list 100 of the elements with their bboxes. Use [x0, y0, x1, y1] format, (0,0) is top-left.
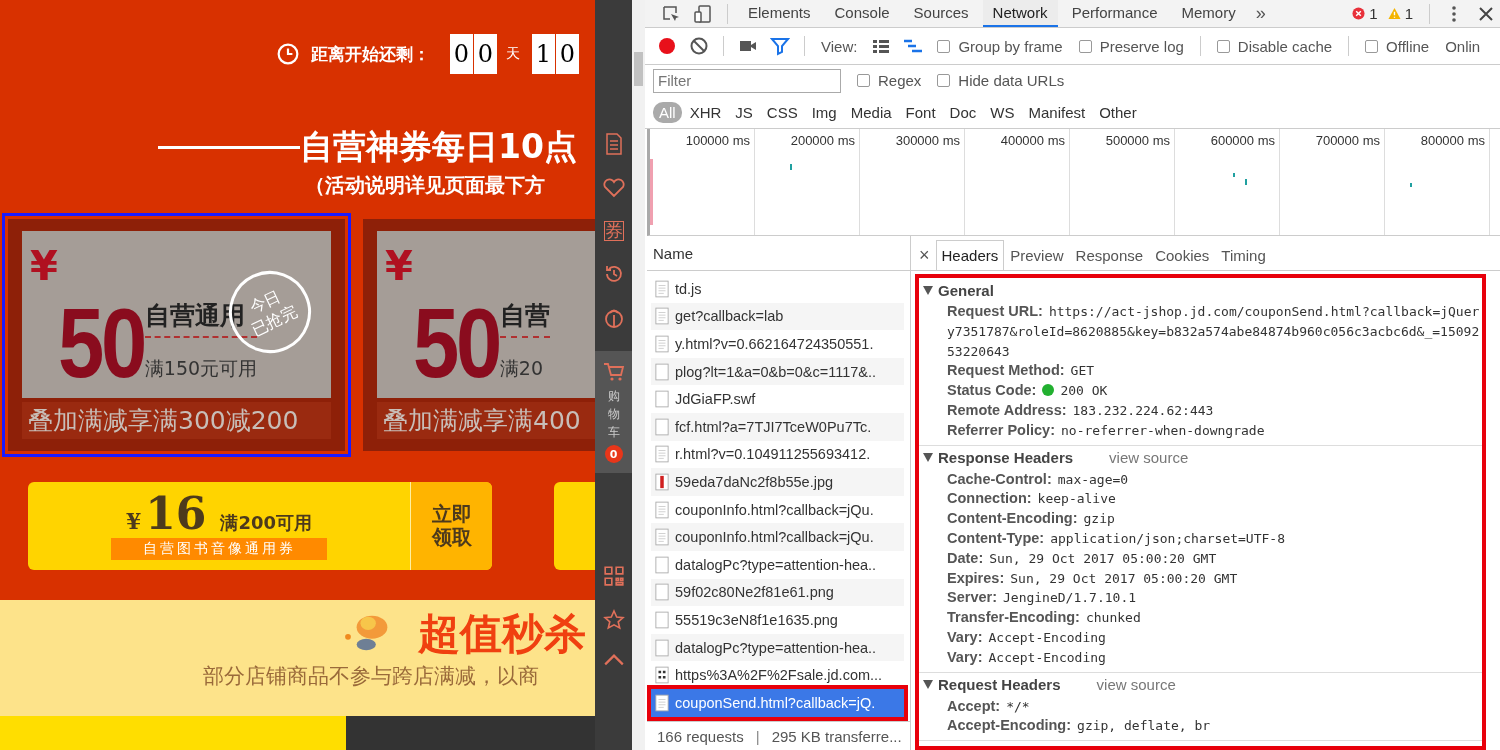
subline: （活动说明详见页面最下方: [304, 172, 546, 199]
file-icon: [655, 417, 669, 436]
request-row[interactable]: 59f02c80Ne2f81e61.png: [651, 578, 904, 607]
detail-tab[interactable]: Headers: [935, 240, 1005, 270]
coupon-scope: 自营: [499, 299, 550, 338]
heart-icon[interactable]: [602, 177, 625, 199]
clear-icon[interactable]: [689, 36, 709, 56]
coupon-icon[interactable]: 券: [603, 221, 624, 241]
headline: 自营神券每日10点: [300, 126, 577, 168]
timeline-tick: 700000 ms: [1315, 133, 1380, 149]
type-filter-button[interactable]: Img: [805, 101, 843, 123]
countdown-digit: 0: [450, 34, 473, 74]
record-icon[interactable]: [657, 36, 677, 56]
header-row-text: Connection: keep-alive: [946, 489, 1117, 509]
type-filter-button[interactable]: Manifest: [1022, 101, 1092, 123]
option-checkbox[interactable]: Group by frame: [937, 37, 1063, 55]
header-row-text: Request URL: https://act-jshop.jd.com/couponSend.html?callback=jQuery7351787&roleId=8620885&key=b832a574abe84874b960c056c3acbc6d&_=1509253220643: [946, 302, 1481, 361]
section-header[interactable]: Request Headers: [919, 676, 1061, 694]
scrollbar[interactable]: [632, 0, 645, 750]
qr-file-icon: [655, 666, 669, 685]
option-checkbox[interactable]: Offline: [1365, 37, 1430, 55]
request-row[interactable]: couponInfo.html?callback=jQu.: [651, 523, 904, 551]
separator: |: [755, 727, 760, 745]
file-icon: [655, 390, 669, 409]
type-filter-button[interactable]: XHR: [683, 101, 728, 123]
countdown-unit: 天: [506, 45, 520, 63]
panel-tab[interactable]: Console: [824, 0, 900, 27]
panel-tab[interactable]: Elements: [738, 0, 821, 27]
timeline-tick: 500000 ms: [1105, 133, 1170, 149]
option-checkbox[interactable]: Disable cache: [1216, 37, 1333, 55]
option-checkbox[interactable]: Regex: [857, 72, 922, 89]
error-count: 1: [1369, 5, 1378, 22]
header-row-text: Referrer Policy: no-referrer-when-downgrade: [946, 420, 1266, 440]
header-row-text: Vary: Accept-Encoding: [946, 627, 1107, 647]
view-source-link[interactable]: view source: [1109, 449, 1189, 467]
cart-label: 购物车: [607, 388, 620, 441]
star-icon[interactable]: [602, 609, 625, 631]
coupon-amount: 16: [145, 492, 207, 536]
request-row[interactable]: fcf.html?a=7TJI7TceW0Pu7Tc.: [651, 412, 904, 441]
timeline-tick: 400000 ms: [1000, 133, 1065, 149]
coupon-threshold: 满200可用: [220, 511, 313, 535]
coupon-bonus: 叠加满减享满300减200: [22, 402, 331, 439]
filter-input[interactable]: Filter: [653, 68, 841, 93]
header-row-text: Accept: */*: [946, 696, 1031, 716]
type-filter-button[interactable]: Doc: [943, 101, 983, 123]
view-label: View:: [821, 37, 858, 55]
detail-tab[interactable]: Preview: [1004, 240, 1070, 270]
header-row-text: Transfer-Encoding: chunked: [946, 608, 1142, 628]
request-row[interactable]: get?callback=lab: [651, 302, 904, 331]
section-header[interactable]: General: [919, 281, 994, 299]
coupon-amount: 50: [57, 294, 144, 392]
type-filter-button[interactable]: Other: [1093, 101, 1143, 123]
detail-tab[interactable]: Response: [1069, 240, 1150, 270]
type-filter-button[interactable]: Font: [899, 101, 942, 123]
cart-icon: [602, 361, 625, 383]
throttle-select[interactable]: Onlin: [1445, 37, 1481, 55]
type-filter-button[interactable]: CSS: [760, 101, 804, 123]
section-header[interactable]: Response Headers: [919, 449, 1074, 467]
option-checkbox[interactable]: Hide data URLs: [937, 72, 1065, 89]
more-tabs-button[interactable]: »: [1249, 2, 1272, 25]
claim-button[interactable]: 立即领取: [410, 482, 492, 570]
type-filter-button[interactable]: JS: [729, 101, 759, 123]
panel-tab[interactable]: Performance: [1061, 0, 1168, 27]
file-icon: [655, 362, 669, 381]
panel-tab[interactable]: Network: [982, 0, 1058, 27]
document-icon: [655, 445, 669, 464]
header-row-text: Content-Encoding: gzip: [946, 509, 1116, 529]
coupon-threshold: 满20: [499, 356, 545, 381]
detail-tab[interactable]: Timing: [1215, 240, 1272, 270]
view-source-link[interactable]: view source: [1096, 676, 1176, 694]
header-row-text: Cache-Control: max-age=0: [946, 469, 1130, 489]
countdown-digit: 1: [532, 34, 555, 74]
currency-sign: ¥: [385, 243, 413, 289]
cart-panel[interactable]: 购物车 0: [595, 351, 632, 473]
header-row-text: Request Method: GET: [946, 361, 1096, 381]
close-button[interactable]: ×: [913, 241, 936, 270]
document-icon: [655, 335, 669, 353]
option-checkbox[interactable]: Preserve log: [1078, 37, 1184, 55]
chevron-up-icon[interactable]: [602, 653, 625, 667]
document-icon: [655, 500, 669, 519]
panel-tab[interactable]: Sources: [903, 0, 979, 27]
request-row[interactable]: 59eda7daNc2f8b55e.jpg: [651, 468, 904, 496]
book-coupon[interactable]: ¥16 满200可用 自营图书音像通用券 立即领取: [28, 482, 492, 570]
gift-icon[interactable]: [602, 307, 625, 329]
device-icon[interactable]: [693, 3, 713, 24]
qr-code-icon[interactable]: [602, 565, 625, 587]
detail-tab[interactable]: Cookies: [1149, 240, 1216, 270]
panel-tab[interactable]: Memory: [1171, 0, 1246, 27]
header-row-text: Content-Type: application/json;charset=UTF-8: [946, 528, 1286, 548]
filter-icon[interactable]: [770, 36, 790, 56]
header-row-text: Server: JengineD/1.7.10.1: [946, 588, 1138, 608]
request-row[interactable]: datalogPc?type=attention-hea..: [651, 633, 904, 662]
header-row-text: Expires: Sun, 29 Oct 2017 05:00:20 GMT: [946, 568, 1239, 588]
promo-title: 超值秒杀: [418, 608, 587, 660]
type-filter-button[interactable]: Media: [844, 101, 898, 123]
type-filter-button[interactable]: WS: [984, 101, 1021, 123]
request-row[interactable]: plog?lt=1&a=0&b=0&c=1117&..: [651, 357, 904, 386]
currency-sign: ¥: [125, 508, 142, 534]
file-icon: [655, 555, 669, 574]
currency-sign: ¥: [30, 243, 58, 289]
